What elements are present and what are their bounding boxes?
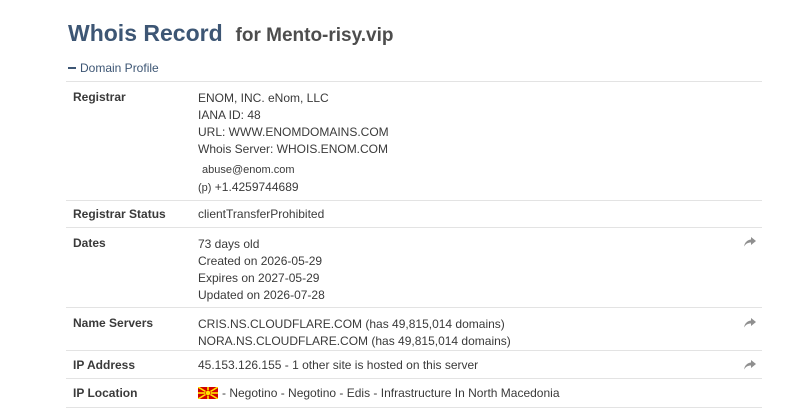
share-icon[interactable]: [744, 360, 756, 370]
name-server-2[interactable]: NORA.NS.CLOUDFLARE.COM (has 49,815,014 d…: [198, 333, 511, 350]
registrar-value: ENOM, INC. eNom, LLC IANA ID: 48 URL: WW…: [198, 90, 389, 197]
ip-address-row: IP Address 45.153.126.155 - 1 other site…: [66, 350, 762, 378]
updated-date: Updated on 2026-07-28: [198, 288, 325, 302]
registrar-label: Registrar: [73, 90, 126, 104]
share-icon[interactable]: [744, 318, 756, 328]
domain-profile-toggle[interactable]: Domain Profile: [68, 61, 159, 75]
created-date: Created on 2026-05-29: [198, 254, 323, 268]
dates-label: Dates: [73, 236, 106, 250]
name-servers-row: Name Servers CRIS.NS.CLOUDFLARE.COM (has…: [66, 307, 762, 350]
name-server-1[interactable]: CRIS.NS.CLOUDFLARE.COM (has 49,815,014 d…: [198, 316, 511, 333]
ip-location-value: - Negotino - Negotino - Edis - Infrastru…: [198, 386, 560, 400]
registrar-url: URL: WWW.ENOMDOMAINS.COM: [198, 125, 389, 139]
registrar-phone-line: (p) +1.4259744689: [198, 179, 389, 197]
domain-profile-table: Registrar ENOM, INC. eNom, LLC IANA ID: …: [66, 81, 762, 408]
name-servers-value: CRIS.NS.CLOUDFLARE.COM (has 49,815,014 d…: [198, 316, 511, 350]
registrar-email: abuse@enom.com: [202, 164, 295, 176]
ip-address-label: IP Address: [73, 358, 136, 372]
minus-icon: [68, 66, 76, 69]
page-title-domain: for Mento-risy.vip: [235, 25, 394, 46]
dates-row: Dates 73 days old Created on 2026-05-29 …: [66, 227, 762, 307]
registrar-status-label: Registrar Status: [73, 207, 166, 221]
registrar-phone: +1.4259744689: [214, 180, 299, 194]
ip-address-value: 45.153.126.155 - 1 other site is hosted …: [198, 358, 479, 372]
north-macedonia-flag-icon: [198, 386, 218, 399]
registrar-status-row: Registrar Status clientTransferProhibite…: [66, 200, 762, 227]
share-icon[interactable]: [744, 237, 756, 247]
registrar-row: Registrar ENOM, INC. eNom, LLC IANA ID: …: [66, 81, 762, 200]
registrar-status-value: clientTransferProhibited: [198, 207, 325, 221]
domain-age: 73 days old: [198, 237, 260, 251]
ip-location-text: - Negotino - Negotino - Edis - Infrastru…: [222, 386, 560, 400]
page-title-main: Whois Record: [68, 20, 223, 46]
page-title: Whois Record for Mento-risy.vip: [68, 12, 394, 49]
registrar-whois-server: Whois Server: WHOIS.ENOM.COM: [198, 142, 389, 156]
ip-location-row: IP Location - Negotino - Negotino - Edis…: [66, 378, 762, 408]
dates-value: 73 days old Created on 2026-05-29 Expire…: [198, 236, 325, 304]
expires-date: Expires on 2027-05-29: [198, 271, 320, 285]
registrar-iana-id: IANA ID: 48: [198, 108, 261, 122]
domain-profile-label: Domain Profile: [80, 61, 159, 75]
registrar-name: ENOM, INC. eNom, LLC: [198, 91, 329, 105]
name-servers-label: Name Servers: [73, 316, 154, 330]
phone-prefix: (p): [198, 182, 212, 194]
ip-location-label: IP Location: [73, 386, 138, 400]
